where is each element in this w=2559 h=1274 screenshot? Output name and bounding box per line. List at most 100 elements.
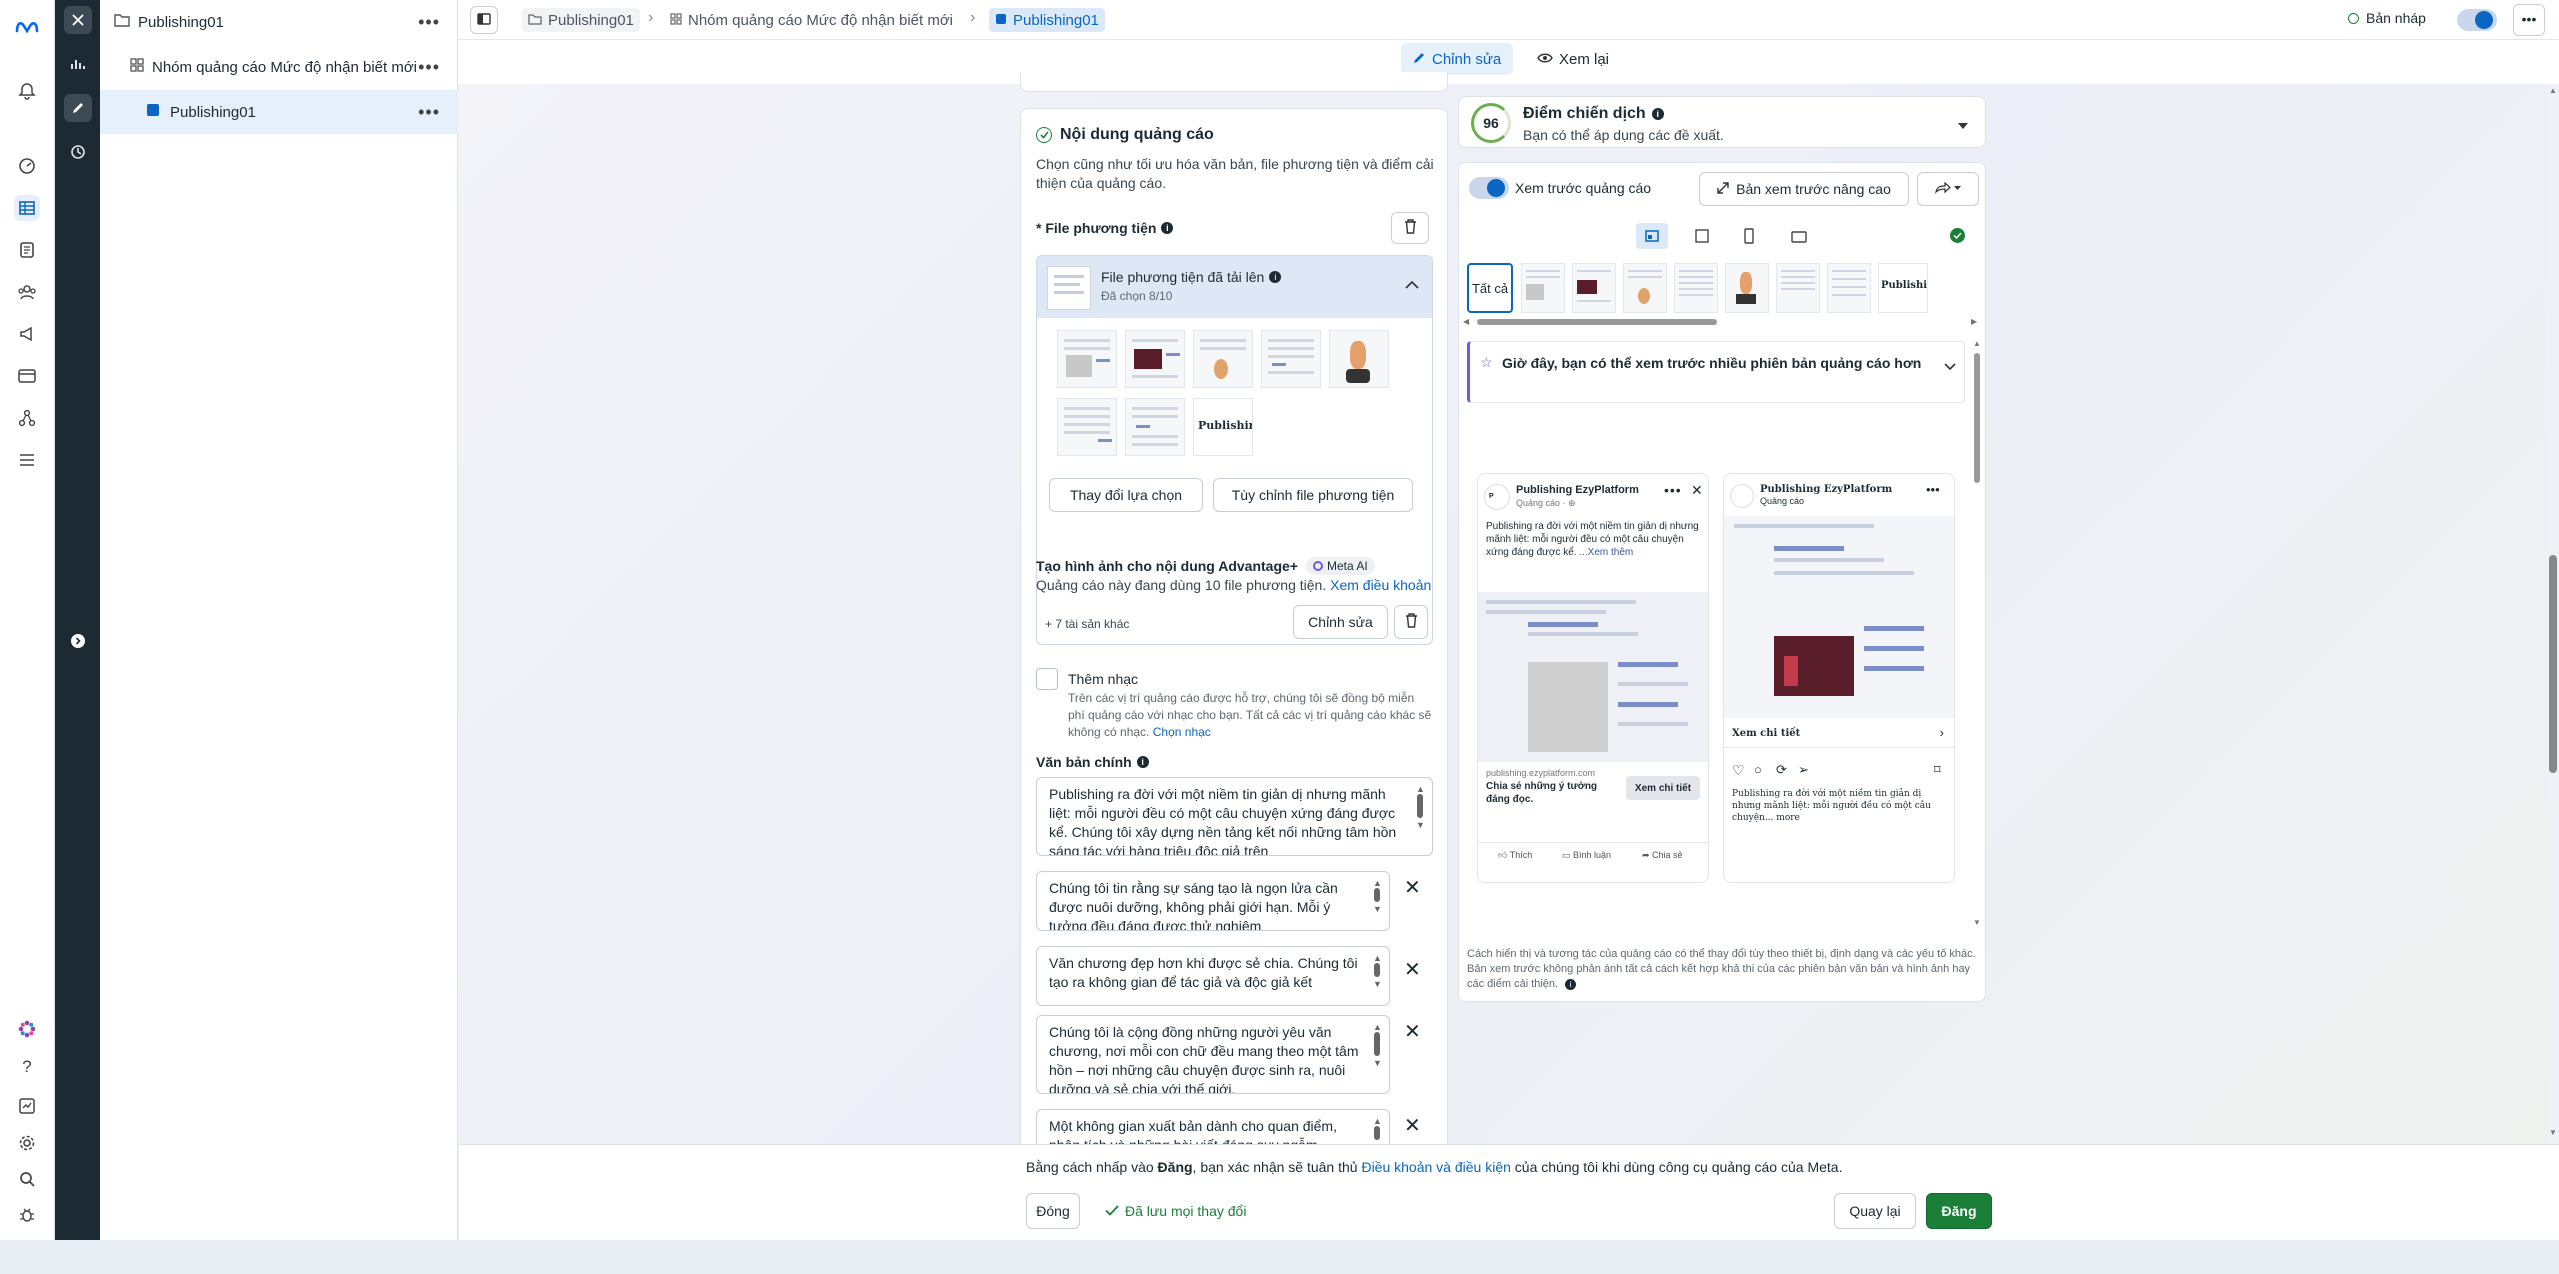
share-button[interactable]: ➦ Chia sẻ <box>1642 850 1683 861</box>
textbox-scrollbar[interactable]: ▲▼ <box>1416 784 1425 830</box>
chevron-down-icon[interactable] <box>1944 358 1956 374</box>
edit-pencil-icon[interactable] <box>64 94 92 122</box>
vertical-scrollbar[interactable] <box>1974 353 1980 483</box>
chevron-down-icon[interactable] <box>1957 117 1969 133</box>
media-thumbnail[interactable] <box>1057 330 1117 388</box>
preview-thumbnail[interactable] <box>1674 263 1718 313</box>
campaign-score-card[interactable]: 96 Điểm chiến dịch i Bạn có thể áp dụng … <box>1458 96 1986 148</box>
table-icon[interactable] <box>14 195 40 221</box>
search-icon[interactable] <box>14 1166 40 1192</box>
info-icon[interactable]: i <box>1565 979 1577 990</box>
horizontal-scrollbar[interactable] <box>1477 319 1717 325</box>
help-icon[interactable]: ? <box>14 1054 40 1080</box>
preview-thumbnail-logo[interactable]: Publishir <box>1878 263 1928 313</box>
choose-music-link[interactable]: Chọn nhạc <box>1153 725 1211 739</box>
megaphone-icon[interactable] <box>14 321 40 347</box>
more-options-icon[interactable]: ••• <box>418 12 440 33</box>
media-thumbnail-logo[interactable]: Publishir <box>1193 398 1253 456</box>
repost-icon[interactable]: ⟳ <box>1776 762 1787 778</box>
info-icon[interactable]: i <box>1651 108 1664 120</box>
more-options-icon[interactable]: ••• <box>1926 482 1940 497</box>
report-icon[interactable] <box>14 1093 40 1119</box>
remove-text-icon[interactable]: ✕ <box>1404 957 1421 982</box>
primary-text-field-1[interactable]: Publishing ra đời với một niềm tin giản … <box>1036 777 1433 856</box>
toggle-panel-button[interactable] <box>470 6 498 34</box>
like-button[interactable]: 👍︎ Thích <box>1498 850 1532 861</box>
delete-advantage-button[interactable] <box>1394 605 1428 639</box>
music-checkbox[interactable] <box>1036 668 1058 690</box>
bug-icon[interactable] <box>14 1202 40 1228</box>
breadcrumb-adset[interactable]: Nhóm quảng cáo Mức độ nhận biết mới <box>664 8 959 32</box>
primary-text-field-2[interactable]: Chúng tôi tin rằng sự sáng tạo là ngọn l… <box>1036 871 1390 931</box>
publish-button[interactable]: Đăng <box>1926 1193 1992 1229</box>
more-options-button[interactable]: ••• <box>2513 4 2545 36</box>
media-thumbnail[interactable] <box>1329 330 1389 388</box>
textbox-scrollbar[interactable]: ▲▼ <box>1373 953 1382 989</box>
scroll-left-icon[interactable]: ◀ <box>1463 317 1469 326</box>
page-scroll-down-icon[interactable]: ▼ <box>2549 1128 2557 1137</box>
close-icon[interactable]: ✕ <box>1691 482 1703 499</box>
comment-button[interactable]: ▭ Bình luận <box>1562 850 1611 861</box>
terms-link[interactable]: Điều khoản và điều kiện <box>1361 1159 1510 1175</box>
media-thumbnail[interactable] <box>1261 330 1321 388</box>
bell-icon[interactable] <box>14 78 40 104</box>
tab-edit[interactable]: Chỉnh sửa <box>1401 43 1514 75</box>
media-thumbnail[interactable] <box>1125 398 1185 456</box>
billing-icon[interactable] <box>14 363 40 389</box>
preview-thumbnail[interactable] <box>1572 263 1616 313</box>
audience-icon[interactable] <box>14 279 40 305</box>
ai-flower-icon[interactable] <box>14 1016 40 1042</box>
preview-thumbnail[interactable] <box>1623 263 1667 313</box>
info-icon[interactable]: i <box>1161 222 1174 234</box>
preview-thumbnail[interactable] <box>1776 263 1820 313</box>
dashboard-icon[interactable] <box>14 153 40 179</box>
close-button[interactable]: Đóng <box>1026 1193 1080 1229</box>
edit-advantage-button[interactable]: Chỉnh sửa <box>1293 605 1388 639</box>
preview-thumbnail[interactable] <box>1521 263 1565 313</box>
tree-item-ad[interactable]: Publishing01 ••• <box>100 90 458 134</box>
textbox-scrollbar[interactable]: ▲▼ <box>1373 878 1382 914</box>
network-icon[interactable] <box>14 405 40 431</box>
primary-text-field-4[interactable]: Chúng tôi là cộng đồng những người yêu v… <box>1036 1015 1390 1094</box>
tab-review[interactable]: Xem lại <box>1525 43 1621 75</box>
heart-icon[interactable]: ♡ <box>1732 762 1745 779</box>
chart-icon[interactable] <box>64 50 92 78</box>
history-icon[interactable] <box>64 138 92 166</box>
placement-feed-icon[interactable] <box>1636 223 1668 249</box>
preview-thumbnail[interactable] <box>1827 263 1871 313</box>
change-selection-button[interactable]: Thay đổi lựa chọn <box>1049 478 1203 512</box>
preview-tab-all[interactable]: Tất cả <box>1467 263 1513 313</box>
placement-square-icon[interactable] <box>1695 229 1709 246</box>
breadcrumb-ad[interactable]: Publishing01 <box>989 8 1105 32</box>
customize-media-button[interactable]: Tùy chỉnh file phương tiện <box>1213 478 1413 512</box>
remove-text-icon[interactable]: ✕ <box>1404 1113 1421 1138</box>
media-thumbnail[interactable] <box>1057 398 1117 456</box>
expand-panel-icon[interactable] <box>64 627 92 655</box>
more-options-icon[interactable]: ••• <box>418 102 440 123</box>
info-icon[interactable]: i <box>1269 271 1282 283</box>
chevron-up-icon[interactable] <box>1405 276 1419 292</box>
scroll-down-icon[interactable]: ▼ <box>1973 918 1981 927</box>
comment-icon[interactable]: ○ <box>1754 762 1762 777</box>
more-options-icon[interactable]: ••• <box>1664 482 1682 498</box>
primary-text-field-3[interactable]: Văn chương đẹp hơn khi được sẻ chia. Chú… <box>1036 946 1390 1006</box>
textbox-scrollbar[interactable]: ▲▼ <box>1373 1022 1382 1068</box>
share-preview-button[interactable] <box>1917 172 1979 206</box>
settings-icon[interactable] <box>14 1130 40 1156</box>
delete-media-button[interactable] <box>1391 212 1429 244</box>
media-thumbnail[interactable] <box>1193 330 1253 388</box>
close-icon[interactable] <box>64 6 92 34</box>
pages-icon[interactable] <box>14 237 40 263</box>
advanced-preview-button[interactable]: Bản xem trước nâng cao <box>1699 172 1909 206</box>
breadcrumb-campaign[interactable]: Publishing01 <box>522 8 640 32</box>
scroll-up-icon[interactable]: ▲ <box>1973 339 1981 348</box>
see-more-link[interactable]: ...Xem thêm <box>1579 547 1633 558</box>
bookmark-icon[interactable]: ⌑ <box>1934 762 1941 778</box>
scroll-right-icon[interactable]: ▶ <box>1971 317 1977 326</box>
preview-thumbnail[interactable] <box>1725 263 1769 313</box>
page-scroll-up-icon[interactable]: ▲ <box>2549 86 2557 95</box>
mode-toggle[interactable] <box>2457 9 2497 31</box>
cta-bar[interactable]: Xem chi tiết › <box>1724 718 1954 748</box>
terms-link[interactable]: Xem điều khoản <box>1330 577 1431 593</box>
placement-landscape-icon[interactable] <box>1791 230 1807 246</box>
